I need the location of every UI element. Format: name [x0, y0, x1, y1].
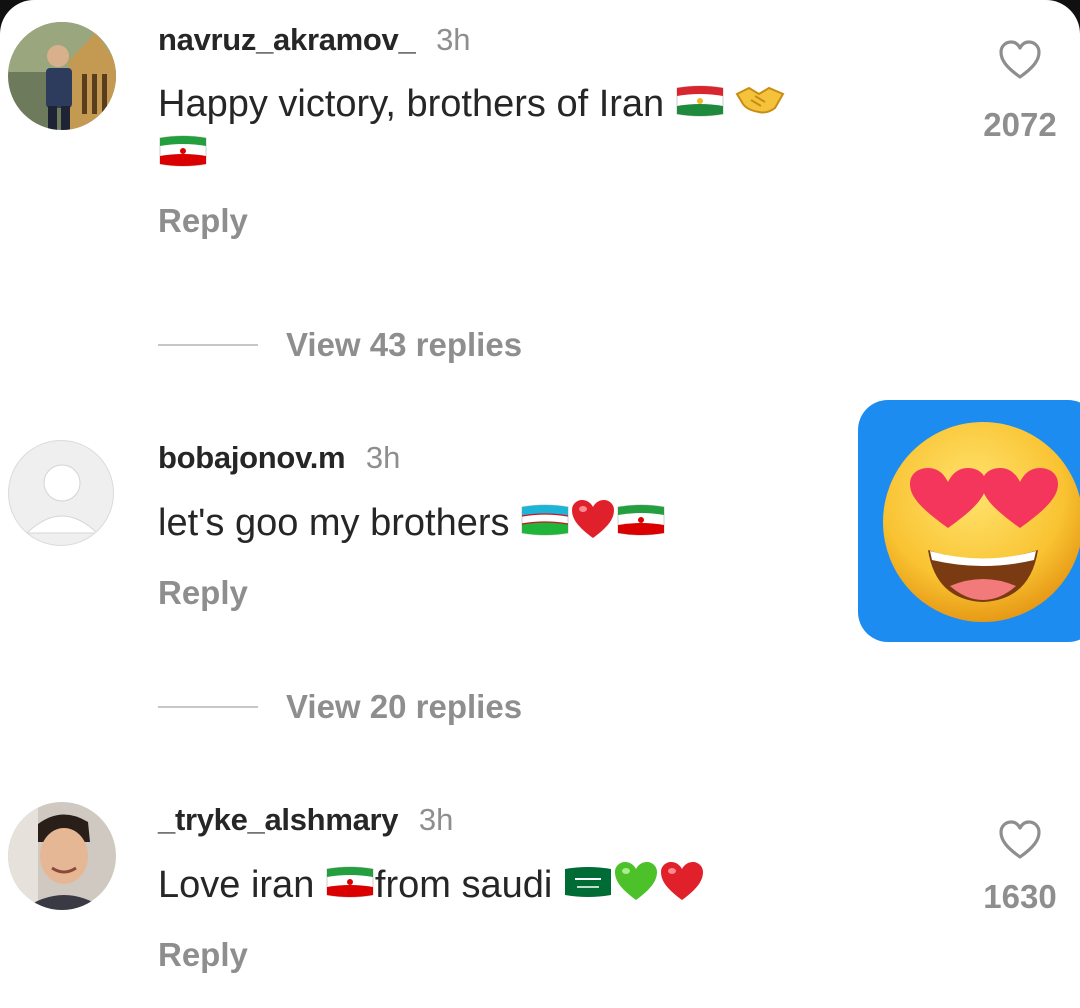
username[interactable]: _tryke_alshmary	[158, 802, 399, 837]
like-control: 1630	[965, 820, 1075, 916]
comment-text-content: Happy victory, brothers of Iran	[158, 83, 665, 125]
like-count: 2072	[983, 106, 1057, 143]
iran-flag-icon	[325, 863, 375, 911]
timestamp: 3h	[418, 802, 454, 837]
divider	[158, 706, 258, 708]
timestamp: 3h	[365, 440, 401, 475]
comment-text: Love iran from saudi	[158, 860, 705, 914]
reply-button[interactable]: Reply	[158, 936, 705, 974]
username[interactable]: navruz_akramov_	[158, 22, 416, 57]
heart-eyes-emoji-icon	[883, 422, 1080, 622]
red-heart-icon	[659, 860, 705, 914]
timestamp: 3h	[436, 22, 471, 57]
avatar[interactable]	[8, 22, 116, 130]
comment-text-part1: Love iran	[158, 864, 315, 907]
view-replies-button[interactable]: View 43 replies	[158, 326, 522, 364]
iran-flag-icon	[158, 132, 208, 180]
sticker-image[interactable]	[858, 400, 1080, 642]
green-heart-icon	[613, 860, 659, 914]
view-replies-label: View 20 replies	[286, 688, 523, 725]
comment-text-content: let's goo my brothers	[158, 502, 510, 545]
comment-text: let's goo my brothers	[158, 498, 666, 552]
handshake-icon	[735, 82, 785, 130]
heart-outline-icon[interactable]	[998, 820, 1042, 860]
comments-panel: navruz_akramov_ 3h Happy victory, brothe…	[0, 0, 1080, 1008]
avatar[interactable]	[8, 440, 114, 546]
view-replies-label: View 43 replies	[286, 326, 523, 363]
like-control: 2072	[965, 40, 1075, 144]
view-replies-button[interactable]: View 20 replies	[158, 688, 522, 726]
divider	[158, 344, 258, 346]
uzbekistan-flag-icon	[520, 501, 570, 549]
reply-button[interactable]: Reply	[158, 574, 666, 612]
tajikistan-flag-icon	[675, 82, 725, 130]
heart-outline-icon[interactable]	[998, 40, 1042, 80]
avatar[interactable]	[8, 802, 116, 910]
red-heart-icon	[570, 498, 616, 552]
reply-button[interactable]: Reply	[158, 202, 918, 240]
iran-flag-icon	[616, 501, 666, 549]
username[interactable]: bobajonov.m	[158, 440, 346, 475]
comment-text: Happy victory, brothers of Iran	[158, 80, 918, 180]
comment-text-part2: from saudi	[374, 864, 553, 907]
saudi-flag-icon	[563, 863, 613, 911]
like-count: 1630	[983, 878, 1057, 915]
